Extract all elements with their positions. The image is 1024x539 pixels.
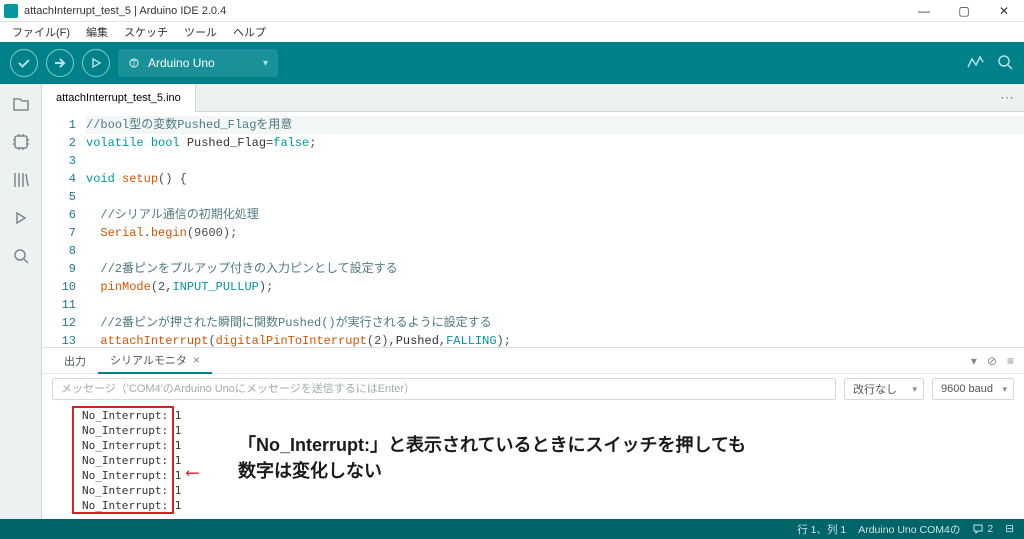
tab-serial-monitor[interactable]: シリアルモニタ×: [98, 348, 212, 374]
bottom-panel-controls: ▾ ⊘ ≡: [971, 354, 1014, 368]
debug-panel-icon[interactable]: [11, 208, 31, 228]
code-editor[interactable]: 1234567891011121314151617 //bool型の変数Push…: [42, 112, 1024, 347]
panel-collapse-icon[interactable]: ▾: [971, 354, 977, 368]
upload-button[interactable]: [46, 49, 74, 77]
serial-controls: 改行なし 9600 baud: [42, 374, 1024, 404]
play-bug-icon: [89, 56, 103, 70]
serial-line: No_Interrupt: 1: [82, 498, 1014, 513]
clear-output-icon[interactable]: ⊘: [987, 354, 997, 368]
close-icon[interactable]: ×: [193, 353, 200, 367]
board-name: Arduino Uno: [148, 56, 215, 70]
minimize-button[interactable]: —: [904, 0, 944, 22]
app-icon: [4, 4, 18, 18]
window-controls: — ▢ ✕: [904, 0, 1024, 22]
maximize-button[interactable]: ▢: [944, 0, 984, 22]
chat-icon: [972, 523, 984, 535]
menu-help[interactable]: ヘルプ: [225, 24, 274, 40]
statusbar: 行 1、列 1 Arduino Uno COM4の 2 ⊟: [0, 519, 1024, 539]
code-area[interactable]: //bool型の変数Pushed_Flagを用意volatile bool Pu…: [86, 112, 1024, 347]
line-gutter: 1234567891011121314151617: [42, 112, 86, 347]
toolbar-right: [966, 53, 1014, 74]
serial-monitor-icon[interactable]: [996, 53, 1014, 74]
panel-expand-icon[interactable]: ≡: [1007, 354, 1014, 368]
tab-output[interactable]: 出力: [52, 348, 98, 374]
check-icon: [17, 56, 31, 70]
bottom-tabs: 出力 シリアルモニタ× ▾ ⊘ ≡: [42, 348, 1024, 374]
arrow-right-icon: [53, 56, 67, 70]
content: attachInterrupt_test_5.ino ⋯ 12345678910…: [42, 84, 1024, 519]
editor-tabbar: attachInterrupt_test_5.ino ⋯: [42, 84, 1024, 112]
library-manager-icon[interactable]: [11, 170, 31, 190]
titlebar: attachInterrupt_test_5 | Arduino IDE 2.0…: [0, 0, 1024, 22]
line-ending-select[interactable]: 改行なし: [844, 378, 924, 400]
file-tab-label: attachInterrupt_test_5.ino: [56, 92, 181, 104]
menu-file[interactable]: ファイル(F): [4, 24, 78, 40]
window-title: attachInterrupt_test_5 | Arduino IDE 2.0…: [24, 5, 226, 17]
boards-manager-icon[interactable]: [11, 132, 31, 152]
menu-tools[interactable]: ツール: [176, 24, 225, 40]
verify-button[interactable]: [10, 49, 38, 77]
toolbar: Arduino Uno: [0, 42, 1024, 84]
cursor-position: 行 1、列 1: [797, 522, 846, 537]
serial-message-input[interactable]: [52, 378, 836, 400]
menu-sketch[interactable]: スケッチ: [116, 24, 176, 40]
board-selector[interactable]: Arduino Uno: [118, 49, 278, 77]
notifications-button[interactable]: 2: [972, 523, 993, 535]
annotation-arrow-icon: ⟵: [187, 462, 198, 483]
menu-edit[interactable]: 編集: [78, 24, 116, 40]
serial-plotter-icon[interactable]: [966, 53, 984, 74]
close-panel-icon[interactable]: ⊟: [1005, 523, 1014, 535]
serial-line: No_Interrupt: 1: [82, 483, 1014, 498]
search-panel-icon[interactable]: [11, 246, 31, 266]
sketchbook-icon[interactable]: [11, 94, 31, 114]
serial-output: No_Interrupt: 1No_Interrupt: 1No_Interru…: [42, 404, 1024, 519]
sidebar: [0, 84, 42, 519]
menubar: ファイル(F) 編集 スケッチ ツール ヘルプ: [0, 22, 1024, 42]
serial-line: No_Interrupt: 1: [82, 408, 1014, 423]
main: attachInterrupt_test_5.ino ⋯ 12345678910…: [0, 84, 1024, 519]
baud-rate-select[interactable]: 9600 baud: [932, 378, 1014, 400]
bottom-panel: 出力 シリアルモニタ× ▾ ⊘ ≡ 改行なし 9600 baud No_Inte…: [42, 347, 1024, 519]
board-port-status[interactable]: Arduino Uno COM4の: [858, 522, 960, 537]
close-button[interactable]: ✕: [984, 0, 1024, 22]
annotation-text: 「No_Interrupt:」と表示されているときにスイッチを押しても 数字は変…: [238, 432, 746, 484]
file-tab[interactable]: attachInterrupt_test_5.ino: [42, 84, 196, 112]
tab-more-icon[interactable]: ⋯: [1000, 89, 1014, 106]
debug-button[interactable]: [82, 49, 110, 77]
usb-icon: [128, 57, 140, 69]
